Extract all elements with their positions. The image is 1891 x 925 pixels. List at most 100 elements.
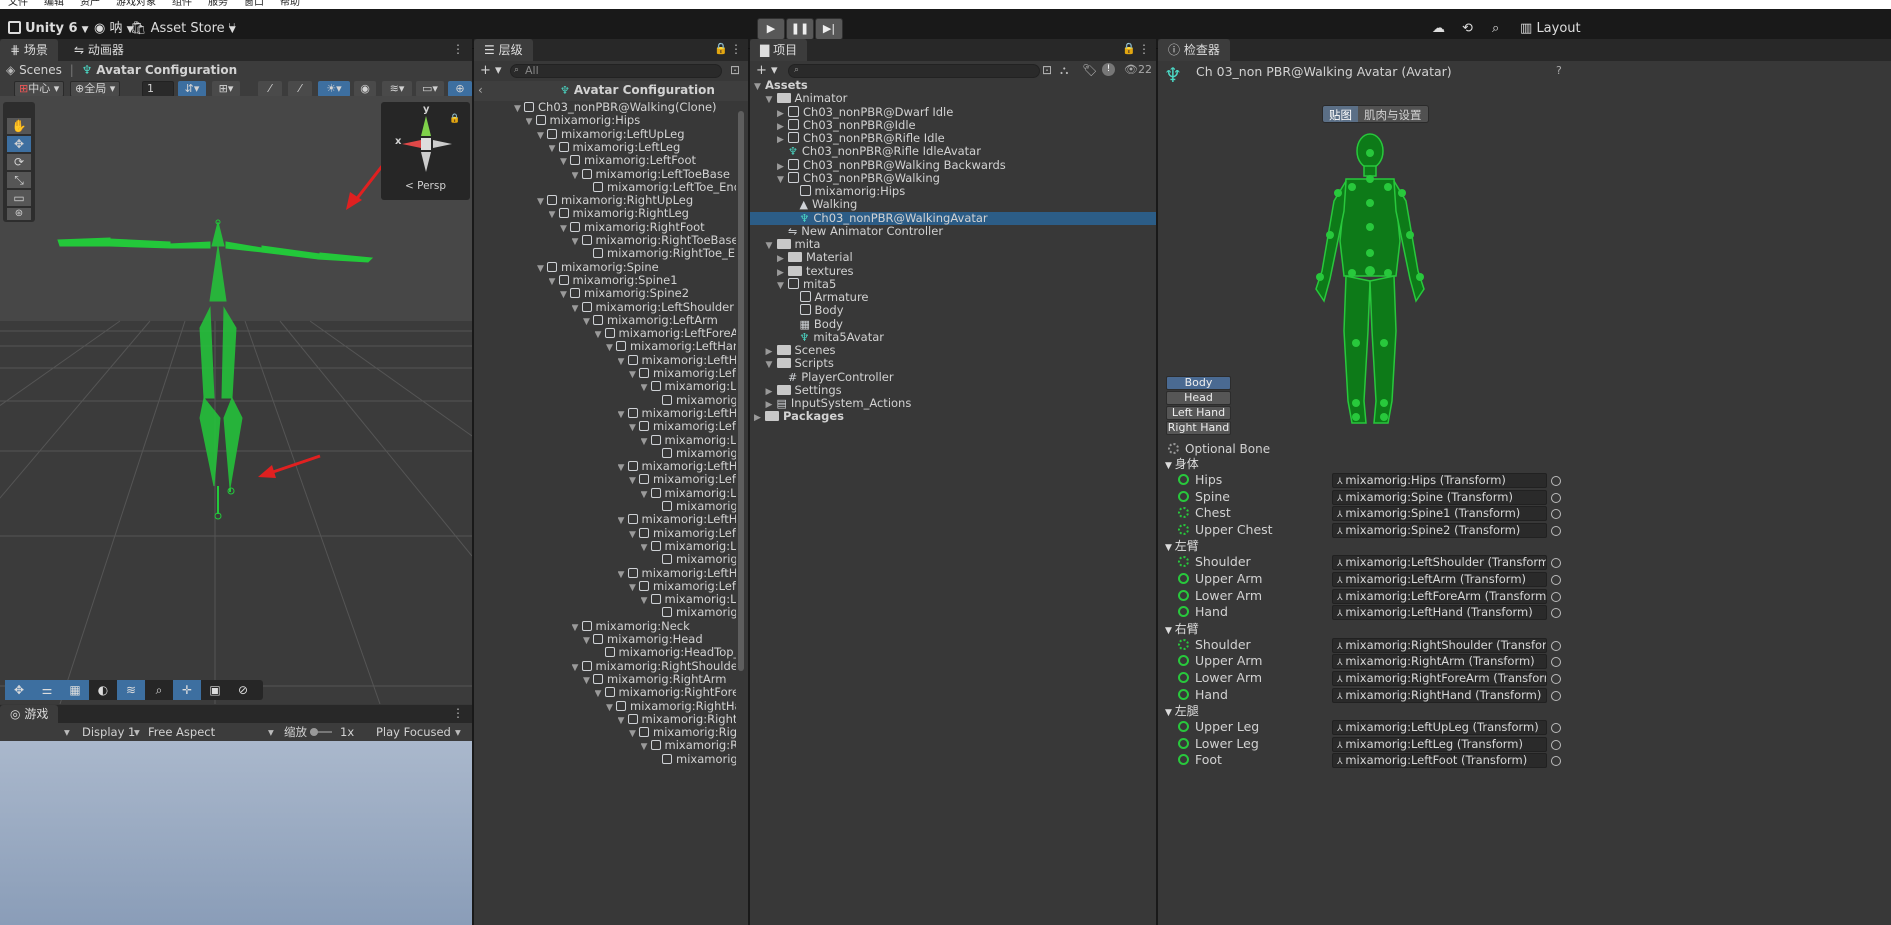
tab-hierarchy[interactable]: ☰ 层级: [474, 39, 533, 61]
object-picker-icon[interactable]: [1551, 690, 1561, 701]
hierarchy-item[interactable]: ▼ mixamorig:Left: [641, 540, 737, 553]
hierarchy-item[interactable]: mixamorig:R: [652, 753, 736, 766]
scene-viewport[interactable]: ✋ ✥ ⟳ ⤡ ▭ ⊛ y x 🔒 < Persp ✥ ⚌ ▦ ◐ ≋ ⌕ ✛ ▣ ⊘: [0, 96, 472, 704]
zoom-icon[interactable]: ⌕: [145, 680, 173, 700]
hierarchy-item[interactable]: ▼ mixamorig:LeftArm: [583, 314, 718, 327]
hierarchy-item[interactable]: mixamorig:L: [652, 553, 736, 566]
hierarchy-item[interactable]: ▼ mixamorig:RightHand: [606, 700, 736, 713]
expand-arrow-icon[interactable]: ▶: [777, 161, 788, 172]
expand-arrow-icon[interactable]: ▼: [1165, 708, 1175, 718]
panel-menu-icon[interactable]: ⋮: [730, 42, 742, 56]
expand-arrow-icon[interactable]: ▼: [549, 143, 559, 154]
hierarchy-item[interactable]: ▼ mixamorig:RightFoot: [560, 221, 705, 234]
object-picker-icon[interactable]: [1551, 640, 1561, 651]
project-item[interactable]: ▦ Body: [750, 318, 1156, 331]
scale-tool-icon[interactable]: ⤡: [7, 172, 31, 188]
body-part-button-body[interactable]: Body: [1166, 376, 1231, 390]
hierarchy-item[interactable]: ▼ mixamorig:LeftLeg: [549, 141, 681, 154]
menu-item[interactable]: 资产: [80, 0, 100, 8]
expand-arrow-icon[interactable]: ▶: [766, 386, 777, 397]
expand-arrow-icon[interactable]: ▼: [618, 715, 628, 726]
warning-icon[interactable]: !: [1102, 63, 1115, 76]
project-item[interactable]: ▼ mita: [750, 238, 1156, 251]
move-overlay-icon[interactable]: ✥: [5, 680, 33, 700]
expand-arrow-icon[interactable]: ▼: [560, 156, 570, 167]
object-picker-icon[interactable]: [1551, 525, 1561, 536]
tab-project[interactable]: ▇ 项目: [750, 39, 808, 61]
grid-snap-button[interactable]: ⊞▾: [212, 81, 240, 97]
project-item[interactable]: ▲ Walking: [750, 198, 1156, 211]
expand-arrow-icon[interactable]: ▼: [766, 240, 777, 251]
project-item[interactable]: ▶ ▤ InputSystem_Actions: [750, 397, 1156, 410]
tab-mapping[interactable]: 贴图: [1323, 106, 1358, 122]
expand-arrow-icon[interactable]: ▼: [595, 688, 605, 699]
hierarchy-item[interactable]: mixamorig:HeadTop_End: [595, 646, 736, 659]
panel-menu-icon[interactable]: ⋮: [452, 42, 464, 56]
history-icon[interactable]: ⟲: [1462, 18, 1473, 40]
bone-transform-field[interactable]: ⅄ mixamorig:LeftHand (Transform): [1332, 605, 1547, 621]
object-picker-icon[interactable]: [1551, 591, 1561, 602]
expand-arrow-icon[interactable]: ▼: [629, 728, 639, 739]
expand-arrow-icon[interactable]: ▼: [641, 489, 651, 500]
project-item[interactable]: ▶ textures: [750, 265, 1156, 278]
hierarchy-item[interactable]: mixamorig:L: [652, 447, 736, 460]
expand-arrow-icon[interactable]: ▼: [514, 103, 524, 114]
project-item[interactable]: ▼ Ch03_nonPBR@Walking: [750, 171, 1156, 185]
hierarchy-item[interactable]: ▼ mixamorig:LeftHa: [629, 473, 736, 486]
lock-icon[interactable]: 🔒: [714, 42, 728, 55]
hierarchy-item[interactable]: ▼ mixamorig:Left: [641, 593, 737, 606]
hierarchy-item[interactable]: ▼ mixamorig:LeftHand: [618, 567, 737, 580]
hierarchy-scrollbar[interactable]: [738, 111, 744, 671]
expand-arrow-icon[interactable]: ▼: [537, 196, 547, 207]
project-item[interactable]: Body: [750, 304, 1156, 317]
bone-transform-field[interactable]: ⅄ mixamorig:RightForeArm (Transform): [1332, 671, 1547, 686]
layout-dropdown[interactable]: ▥ Layout: [1520, 18, 1581, 40]
game-menu-chevron[interactable]: ▾: [64, 723, 70, 741]
expand-arrow-icon[interactable]: ▼: [618, 569, 628, 580]
hierarchy-item[interactable]: ▼ mixamorig:Hips: [526, 114, 641, 127]
pivot-overlay-icon[interactable]: ✛: [173, 680, 201, 700]
hierarchy-item[interactable]: ▼ mixamorig:LeftHand: [618, 513, 737, 526]
expand-arrow-icon[interactable]: ▼: [549, 276, 559, 287]
hierarchy-item[interactable]: ▼ mixamorig:LeftHand: [606, 340, 736, 353]
hierarchy-item[interactable]: ▼ mixamorig:LeftHa: [629, 420, 736, 433]
expand-arrow-icon[interactable]: ▼: [572, 236, 582, 247]
label-icon[interactable]: 🏷: [1082, 63, 1097, 77]
hierarchy-item[interactable]: ▼ mixamorig:Spine2: [560, 287, 689, 300]
shading-icon[interactable]: ◐: [89, 680, 117, 700]
bone-transform-field[interactable]: ⅄ mixamorig:LeftForeArm (Transform): [1332, 588, 1547, 604]
project-item[interactable]: ▶ Scenes: [750, 344, 1156, 357]
expand-arrow-icon[interactable]: ▼: [526, 116, 536, 127]
pause-button[interactable]: ❚❚: [786, 18, 814, 40]
project-item[interactable]: ♆ Ch03_nonPBR@Rifle IdleAvatar: [750, 145, 1156, 158]
hierarchy-item[interactable]: ▼ mixamorig:RightArm: [583, 673, 726, 686]
expand-arrow-icon[interactable]: ▼: [560, 223, 570, 234]
expand-arrow-icon[interactable]: ▼: [618, 462, 628, 473]
expand-arrow-icon[interactable]: ▼: [618, 515, 628, 526]
project-item[interactable]: ▶ Ch03_nonPBR@Rifle Idle: [750, 132, 1156, 145]
navigation-icon[interactable]: ⊘: [229, 680, 257, 700]
panel-menu-icon[interactable]: ⋮: [452, 706, 464, 720]
expand-arrow-icon[interactable]: ▼: [572, 303, 582, 314]
gizmos-icon[interactable]: ⊕: [448, 81, 472, 97]
back-chevron-icon[interactable]: ‹: [478, 83, 483, 97]
bone-transform-field[interactable]: ⅄ mixamorig:RightShoulder (Transform): [1332, 637, 1547, 653]
hierarchy-item[interactable]: ▼ mixamorig:LeftShoulder: [572, 301, 734, 314]
hierarchy-item[interactable]: ▼ mixamorig:RightH: [629, 726, 736, 739]
expand-arrow-icon[interactable]: ▼: [629, 529, 639, 540]
snap-increment-button[interactable]: ⇵▾: [178, 81, 206, 97]
expand-arrow-icon[interactable]: ▼: [641, 595, 651, 606]
hierarchy-item[interactable]: ▼ mixamorig:LeftHa: [629, 580, 736, 593]
expand-arrow-icon[interactable]: ▼: [572, 622, 582, 633]
tab-muscles[interactable]: 肌肉与设置: [1358, 106, 1428, 122]
hierarchy-item[interactable]: mixamorig:L: [652, 500, 736, 513]
expand-arrow-icon[interactable]: ▼: [549, 209, 559, 220]
lighting-toggle-icon[interactable]: ☀▾: [318, 81, 350, 97]
hierarchy-item[interactable]: mixamorig:RightToe_End: [583, 247, 736, 260]
bone-transform-field[interactable]: ⅄ mixamorig:LeftLeg (Transform): [1332, 736, 1547, 752]
project-item[interactable]: mixamorig:Hips: [750, 185, 1156, 198]
version-control-icon[interactable]: ⑂: [228, 18, 236, 40]
expand-arrow-icon[interactable]: ▼: [1165, 543, 1175, 553]
add-button[interactable]: + ▾: [480, 63, 502, 78]
persp-label[interactable]: < Persp: [405, 180, 446, 192]
